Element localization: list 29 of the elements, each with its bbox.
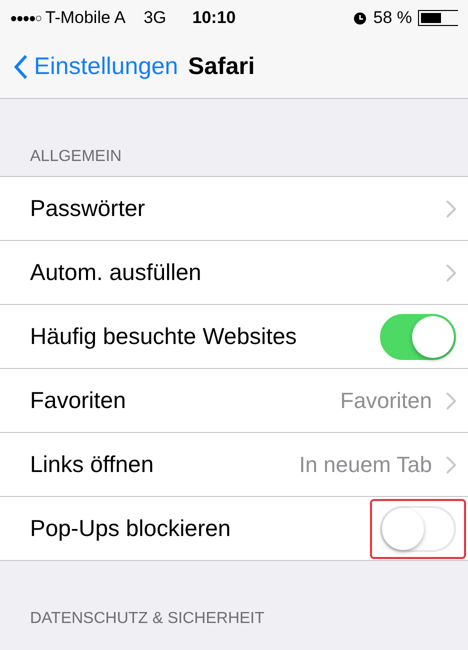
network-type: 3G <box>144 8 166 28</box>
row-label: Passwörter <box>30 195 146 222</box>
chevron-left-icon <box>14 54 28 80</box>
row-label: Favoriten <box>30 387 126 414</box>
section-header: ALLGEMEIN <box>29 147 123 167</box>
battery-percent: 58 % <box>373 8 412 28</box>
chevron-icon <box>446 456 456 474</box>
toggle-switch[interactable] <box>380 314 456 360</box>
row-value: Favoriten <box>340 388 432 414</box>
row-label: Häufig besuchte Websites <box>30 323 297 350</box>
row-label: Links öffnen <box>30 451 154 478</box>
signal-dots: ●●●●○ <box>10 11 42 25</box>
chevron-icon <box>446 264 456 282</box>
settings-row[interactable]: Autom. ausfüllen <box>0 241 468 305</box>
settings-row[interactable]: Passwörter <box>0 177 468 241</box>
clock-time: 10:10 <box>192 8 236 28</box>
chevron-icon <box>446 392 456 410</box>
carrier-name: T-Mobile A <box>45 8 126 28</box>
settings-row[interactable]: Favoriten Favoriten <box>0 369 468 433</box>
row-value: In neuem Tab <box>299 452 432 478</box>
alarm-clock-icon <box>353 11 368 25</box>
page-title: Safari <box>188 53 255 81</box>
section-header: DATENSCHUTZ & SICHERHEIT <box>29 609 266 629</box>
battery-icon <box>418 10 458 26</box>
row-label: Autom. ausfüllen <box>30 259 202 286</box>
row-label: Pop-Ups blockieren <box>30 515 231 542</box>
settings-row[interactable]: Links öffnen In neuem Tab <box>0 433 468 497</box>
back-button[interactable]: Einstellungen <box>14 53 178 81</box>
chevron-icon <box>446 200 456 218</box>
